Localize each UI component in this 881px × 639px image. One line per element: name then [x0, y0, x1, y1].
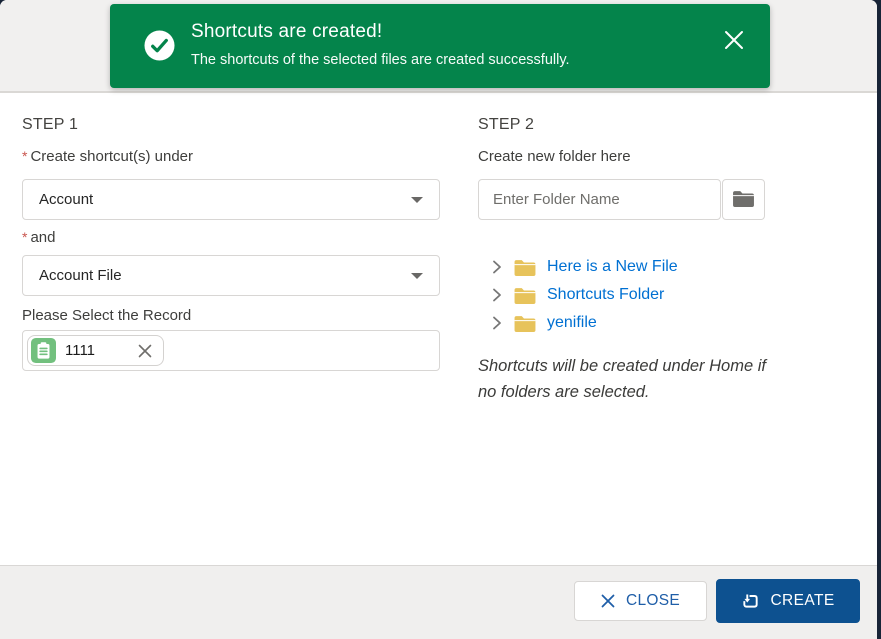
folder-icon [513, 314, 537, 333]
record-selection-box[interactable]: 1111 [22, 330, 440, 371]
chevron-down-icon [411, 197, 423, 203]
check-circle-icon [144, 30, 175, 61]
toast-text: Shortcuts are created! The shortcuts of … [191, 19, 700, 71]
tree-row: Shortcuts Folder [492, 281, 664, 309]
folder-icon [513, 258, 537, 277]
object-select[interactable]: Account [22, 179, 440, 220]
record-remove-button[interactable] [137, 343, 153, 359]
record-pill[interactable]: 1111 [27, 335, 164, 366]
object-select-value: Account [39, 191, 411, 208]
success-toast: Shortcuts are created! The shortcuts of … [110, 4, 770, 88]
create-folder-button[interactable] [722, 179, 765, 220]
record-icon [31, 338, 56, 363]
tree-row: yenifile [492, 309, 597, 337]
toast-message: The shortcuts of the selected files are … [191, 49, 700, 71]
step2-heading: STEP 2 [478, 116, 534, 134]
step1-heading: STEP 1 [22, 116, 78, 134]
object-select-label: *Create shortcut(s) under [22, 148, 193, 165]
file-select-value: Account File [39, 267, 411, 284]
folder-link[interactable]: Shortcuts Folder [547, 286, 664, 304]
chevron-right-icon[interactable] [492, 316, 503, 331]
file-select[interactable]: Account File [22, 255, 440, 296]
create-shortcuts-modal: Shortcuts are created! The shortcuts of … [0, 0, 877, 639]
chevron-right-icon[interactable] [492, 288, 503, 303]
folder-name-input[interactable] [478, 179, 721, 220]
home-fallback-note: Shortcuts will be created under Home if … [478, 353, 838, 405]
close-button-label: CLOSE [626, 592, 680, 610]
toast-title: Shortcuts are created! [191, 19, 700, 45]
record-select-label: Please Select the Record [22, 307, 191, 324]
x-icon [137, 347, 153, 362]
required-asterisk: * [22, 229, 27, 245]
x-icon [722, 40, 746, 55]
folder-icon [513, 286, 537, 305]
shortcut-icon [741, 592, 760, 611]
required-asterisk: * [22, 148, 27, 164]
file-select-label: *and [22, 229, 55, 246]
modal-backdrop: Shortcuts are created! The shortcuts of … [0, 0, 881, 639]
create-button[interactable]: CREATE [716, 579, 860, 623]
toast-close-button[interactable] [722, 28, 746, 52]
record-pill-value: 1111 [65, 342, 95, 359]
chevron-right-icon[interactable] [492, 260, 503, 275]
create-button-label: CREATE [770, 592, 834, 610]
x-icon [601, 594, 615, 608]
chevron-down-icon [411, 273, 423, 279]
folder-icon [732, 189, 755, 211]
folder-link[interactable]: yenifile [547, 314, 597, 332]
new-folder-label: Create new folder here [478, 148, 631, 165]
folder-link[interactable]: Here is a New File [547, 258, 678, 276]
tree-row: Here is a New File [492, 253, 678, 281]
close-button[interactable]: CLOSE [574, 581, 707, 621]
